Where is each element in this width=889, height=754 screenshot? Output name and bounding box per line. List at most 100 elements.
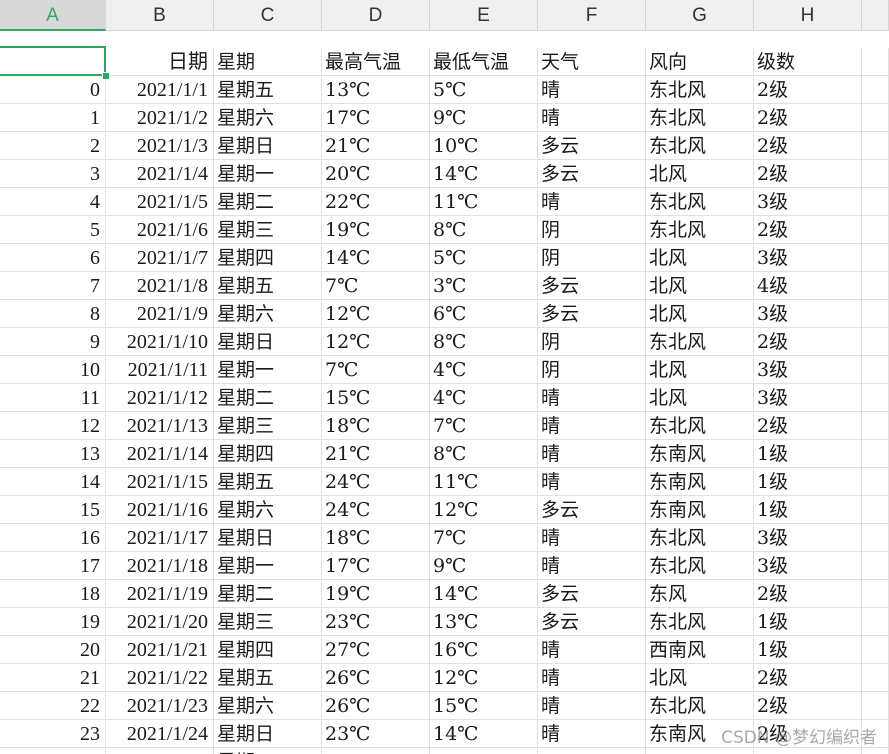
- cell-a[interactable]: 11: [0, 384, 106, 412]
- cell-g[interactable]: 北风: [646, 384, 754, 412]
- cell-overflow[interactable]: [862, 440, 889, 468]
- cell-e[interactable]: 11℃: [430, 188, 538, 216]
- cell-d[interactable]: [322, 748, 430, 754]
- cell-a[interactable]: 10: [0, 356, 106, 384]
- cell-overflow[interactable]: [862, 132, 889, 160]
- cell-a[interactable]: [0, 748, 106, 754]
- cell-f[interactable]: 晴: [538, 412, 646, 440]
- cell-c[interactable]: 星期三: [214, 608, 322, 636]
- cell-g[interactable]: 东北风: [646, 524, 754, 552]
- cell-c[interactable]: 星期: [214, 48, 322, 76]
- cell-a[interactable]: 16: [0, 524, 106, 552]
- cell-c[interactable]: 星期五: [214, 272, 322, 300]
- cell-h[interactable]: 2级: [754, 160, 862, 188]
- cell-a[interactable]: 7: [0, 272, 106, 300]
- cell-f[interactable]: 晴: [538, 720, 646, 748]
- cell-e[interactable]: 7℃: [430, 412, 538, 440]
- cell-d[interactable]: 23℃: [322, 608, 430, 636]
- cell-f[interactable]: [538, 748, 646, 754]
- cell-g[interactable]: 东北风: [646, 188, 754, 216]
- cell-e[interactable]: 7℃: [430, 524, 538, 552]
- cell-b[interactable]: 2021/1/21: [106, 636, 214, 664]
- cell-d[interactable]: 18℃: [322, 412, 430, 440]
- cell-f[interactable]: 多云: [538, 608, 646, 636]
- cell-c[interactable]: 星期二: [214, 580, 322, 608]
- cell-e[interactable]: 11℃: [430, 468, 538, 496]
- cell-g[interactable]: 北风: [646, 300, 754, 328]
- cell-a[interactable]: 15: [0, 496, 106, 524]
- cell-b[interactable]: 2021/1/4: [106, 160, 214, 188]
- cell-d[interactable]: 23℃: [322, 720, 430, 748]
- cell-f[interactable]: 天气: [538, 48, 646, 76]
- cell-g[interactable]: 东北风: [646, 412, 754, 440]
- cell-a[interactable]: 5: [0, 216, 106, 244]
- cell-c[interactable]: 星期四: [214, 636, 322, 664]
- cell-d[interactable]: 15℃: [322, 384, 430, 412]
- cell-a[interactable]: 6: [0, 244, 106, 272]
- cell-overflow[interactable]: [862, 328, 889, 356]
- cell-overflow[interactable]: [862, 636, 889, 664]
- cell-g[interactable]: 东北风: [646, 608, 754, 636]
- cell-overflow[interactable]: [862, 412, 889, 440]
- cell-f[interactable]: 多云: [538, 272, 646, 300]
- cell-f[interactable]: 多云: [538, 300, 646, 328]
- cell-d[interactable]: 17℃: [322, 552, 430, 580]
- cell-b[interactable]: 日期: [106, 48, 214, 76]
- cell-h[interactable]: 3级: [754, 524, 862, 552]
- cell-overflow[interactable]: [862, 160, 889, 188]
- cell-overflow[interactable]: [862, 48, 889, 76]
- cell-a[interactable]: 19: [0, 608, 106, 636]
- cell-c[interactable]: 星期日: [214, 720, 322, 748]
- cell-h[interactable]: 2级: [754, 580, 862, 608]
- cell-a[interactable]: 20: [0, 636, 106, 664]
- cell-h[interactable]: [754, 748, 862, 754]
- cell-d[interactable]: 27℃: [322, 636, 430, 664]
- cell-h[interactable]: 4级: [754, 272, 862, 300]
- cell-a[interactable]: 4: [0, 188, 106, 216]
- cell-c[interactable]: 星期六: [214, 300, 322, 328]
- cell-overflow[interactable]: [862, 580, 889, 608]
- cell-b[interactable]: [106, 748, 214, 754]
- cell-f[interactable]: 晴: [538, 552, 646, 580]
- cell-b[interactable]: 2021/1/14: [106, 440, 214, 468]
- cell-h[interactable]: 3级: [754, 188, 862, 216]
- cell-overflow[interactable]: [862, 76, 889, 104]
- cell-e[interactable]: 9℃: [430, 104, 538, 132]
- cell-a[interactable]: [0, 48, 106, 76]
- cell-a[interactable]: 0: [0, 76, 106, 104]
- cell-g[interactable]: 东北风: [646, 132, 754, 160]
- cell-d[interactable]: 26℃: [322, 664, 430, 692]
- cell-c[interactable]: 星期六: [214, 692, 322, 720]
- cell-c[interactable]: 星期日: [214, 132, 322, 160]
- cell-h[interactable]: 2级: [754, 412, 862, 440]
- cell-overflow[interactable]: [862, 496, 889, 524]
- cell-e[interactable]: 12℃: [430, 664, 538, 692]
- cell-overflow[interactable]: [862, 356, 889, 384]
- cell-overflow[interactable]: [862, 384, 889, 412]
- cell-g[interactable]: 东南风: [646, 496, 754, 524]
- cell-d[interactable]: 24℃: [322, 468, 430, 496]
- cell-h[interactable]: 2级: [754, 132, 862, 160]
- cell-b[interactable]: 2021/1/2: [106, 104, 214, 132]
- cell-h[interactable]: 2级: [754, 664, 862, 692]
- cell-d[interactable]: 13℃: [322, 76, 430, 104]
- cell-h[interactable]: 1级: [754, 468, 862, 496]
- cell-f[interactable]: 多云: [538, 496, 646, 524]
- cell-a[interactable]: 23: [0, 720, 106, 748]
- cell-c[interactable]: 星期二: [214, 188, 322, 216]
- cell-a[interactable]: 22: [0, 692, 106, 720]
- cell-f[interactable]: 多云: [538, 132, 646, 160]
- cell-c[interactable]: 星期四: [214, 440, 322, 468]
- cell-e[interactable]: 15℃: [430, 692, 538, 720]
- cell-d[interactable]: 24℃: [322, 496, 430, 524]
- cell-f[interactable]: 晴: [538, 104, 646, 132]
- cell-f[interactable]: 晴: [538, 384, 646, 412]
- cell-overflow[interactable]: [862, 188, 889, 216]
- cell-overflow[interactable]: [862, 468, 889, 496]
- cell-h[interactable]: 3级: [754, 356, 862, 384]
- cell-f[interactable]: 阴: [538, 244, 646, 272]
- fill-handle[interactable]: [102, 72, 110, 80]
- cell-b[interactable]: 2021/1/8: [106, 272, 214, 300]
- cell-h[interactable]: 2级: [754, 328, 862, 356]
- cell-g[interactable]: 北风: [646, 160, 754, 188]
